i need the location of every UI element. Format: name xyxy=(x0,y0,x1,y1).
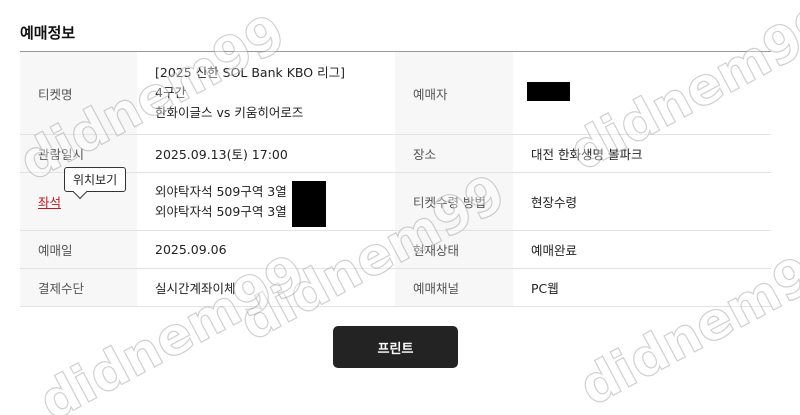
payment-value: 실시간계좌이체 xyxy=(137,269,395,306)
status-value: 예매완료 xyxy=(513,231,771,268)
row-seat: 좌석 외야탁자석 509구역 3열 외야탁자석 509구역 3열 티켓수령 방법… xyxy=(20,173,771,231)
row-booking-date: 예매일 2025.09.06 현재상태 예매완료 xyxy=(20,231,771,269)
booking-date-value: 2025.09.06 xyxy=(137,231,395,268)
row-view-datetime: 관람일시 2025.09.13(토) 17:00 장소 대전 한화생명 볼파크 xyxy=(20,135,771,173)
booking-info-table: 티켓명 [2025 신한 SOL Bank KBO 리그] 4구간 한화이글스 … xyxy=(20,51,771,307)
channel-label: 예매채널 xyxy=(395,269,513,306)
section-title: 예매정보 xyxy=(20,24,76,42)
seat-line-1: 외야탁자석 509구역 3열 xyxy=(155,183,287,199)
ticket-name-label: 티켓명 xyxy=(20,52,137,134)
buyer-redaction xyxy=(527,82,570,101)
ticket-name-value: [2025 신한 SOL Bank KBO 리그] 4구간 한화이글스 vs 키… xyxy=(137,52,395,134)
ticket-receive-value: 현장수령 xyxy=(513,173,771,230)
ticket-name-line-2: 4구간 xyxy=(155,85,186,100)
row-ticket-name: 티켓명 [2025 신한 SOL Bank KBO 리그] 4구간 한화이글스 … xyxy=(20,52,771,135)
seat-redaction xyxy=(292,181,326,227)
ticket-name-line-3: 한화이글스 vs 키움히어로즈 xyxy=(155,105,304,120)
seat-value: 외야탁자석 509구역 3열 외야탁자석 509구역 3열 xyxy=(137,173,395,230)
buyer-label: 예매자 xyxy=(395,52,513,134)
view-datetime-value: 2025.09.13(토) 17:00 xyxy=(137,135,395,172)
venue-label: 장소 xyxy=(395,135,513,172)
row-payment: 결제수단 실시간계좌이체 예매채널 PC웹 xyxy=(20,269,771,307)
ticket-receive-label: 티켓수령 방법 xyxy=(395,173,513,230)
print-button[interactable]: 프린트 xyxy=(333,326,458,368)
ticket-name-line-1: [2025 신한 SOL Bank KBO 리그] xyxy=(155,65,345,80)
booking-date-label: 예매일 xyxy=(20,231,137,268)
status-label: 현재상태 xyxy=(395,231,513,268)
venue-value: 대전 한화생명 볼파크 xyxy=(513,135,771,172)
seat-line-2: 외야탁자석 509구역 3열 xyxy=(155,203,287,219)
payment-label: 결제수단 xyxy=(20,269,137,306)
channel-value: PC웹 xyxy=(513,269,771,306)
seat-link[interactable]: 좌석 xyxy=(38,192,61,211)
location-view-tooltip[interactable]: 위치보기 xyxy=(64,167,127,192)
